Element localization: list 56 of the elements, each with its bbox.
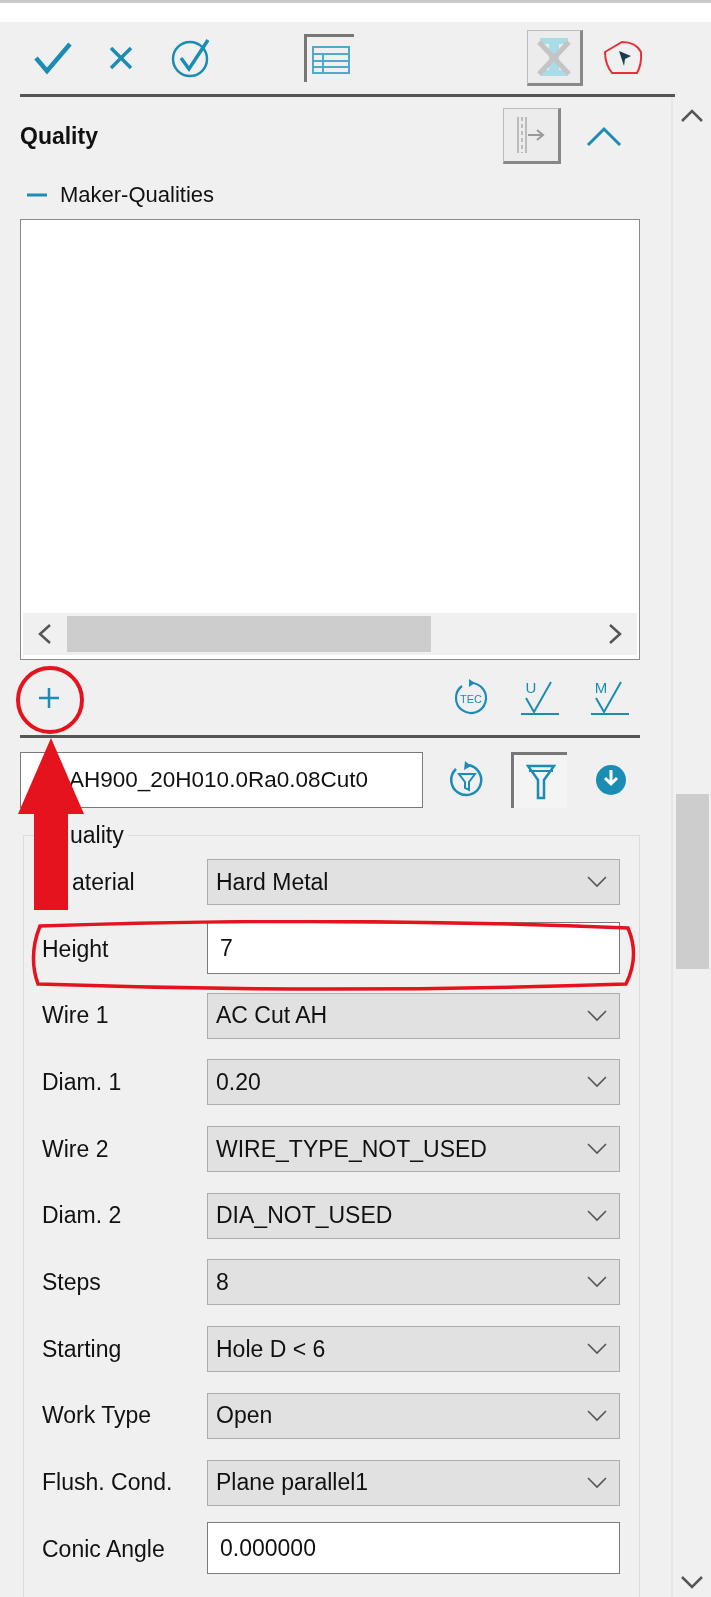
scrollbar-thumb[interactable]	[67, 616, 431, 652]
column-split-button[interactable]	[503, 108, 562, 164]
scrollbar-thumb[interactable]	[675, 794, 709, 969]
group-label: Maker-Qualities	[60, 182, 215, 208]
field-label: Wire 2	[41, 1135, 110, 1163]
chevron-down-icon	[587, 1476, 607, 1489]
field-label: Flush. Cond.	[41, 1469, 174, 1497]
filter-icon[interactable]	[525, 763, 556, 800]
field-label: Diam. 2	[41, 1202, 123, 1230]
field-label: Starting	[41, 1335, 123, 1363]
toolbar-button[interactable]	[527, 30, 583, 86]
crossed-column-icon	[534, 36, 574, 78]
dropdown[interactable]: 8	[207, 1259, 620, 1306]
close-icon[interactable]	[108, 45, 134, 71]
field-label: Wire 1	[41, 1002, 110, 1030]
collapse-icon[interactable]	[586, 125, 623, 147]
field-label: Diam. 1	[41, 1068, 123, 1096]
scroll-up-icon[interactable]	[680, 109, 705, 123]
chevron-down-icon	[587, 1209, 607, 1222]
dropdown[interactable]: 0.20	[207, 1059, 620, 1106]
dropdown[interactable]: Open	[207, 1392, 620, 1439]
dropdown[interactable]: AC Cut AH	[207, 992, 620, 1039]
dropdown[interactable]: WIRE_TYPE_NOT_USED	[207, 1126, 620, 1173]
input-field[interactable]: 7	[207, 922, 620, 975]
dropdown[interactable]: DIA_NOT_USED	[207, 1192, 620, 1239]
chevron-down-icon	[587, 1143, 607, 1156]
field-label: Height	[41, 935, 110, 963]
checkmark-icon[interactable]	[33, 40, 73, 76]
annotation-circle	[15, 665, 85, 735]
scroll-left-icon[interactable]	[37, 623, 53, 645]
circled-checkmark-icon[interactable]	[170, 37, 212, 79]
horizontal-scrollbar[interactable]	[23, 613, 638, 655]
input-field[interactable]: 0.000000	[207, 1522, 620, 1575]
chevron-down-icon	[587, 1076, 607, 1089]
chevron-down-icon	[587, 1409, 607, 1422]
group-title: uality	[69, 822, 125, 849]
contour-cursor-icon[interactable]	[602, 40, 644, 76]
section-title: Quality	[20, 122, 99, 150]
download-icon[interactable]	[595, 764, 627, 796]
dropdown[interactable]: Hard Metal	[207, 859, 620, 906]
chevron-down-icon	[587, 1276, 607, 1289]
field-label: Work Type	[41, 1402, 153, 1430]
table-icon	[310, 44, 351, 75]
scroll-right-icon[interactable]	[607, 623, 624, 645]
field-label: aterial	[71, 868, 136, 896]
add-icon[interactable]	[38, 686, 60, 709]
scroll-down-icon[interactable]	[680, 1575, 705, 1589]
field-label: Steps	[41, 1268, 102, 1296]
dropdown[interactable]: Hole D < 6	[207, 1326, 620, 1373]
chevron-down-icon	[587, 1343, 607, 1356]
quality-field[interactable]: AH900_20H010.0Ra0.08Cut0	[20, 752, 423, 808]
chevron-down-icon	[587, 876, 607, 889]
chevron-down-icon	[587, 1009, 607, 1022]
field-label: Conic Angle	[41, 1535, 166, 1563]
vertical-scrollbar[interactable]	[671, 97, 711, 1597]
dropdown[interactable]: Plane parallel1	[207, 1459, 620, 1506]
